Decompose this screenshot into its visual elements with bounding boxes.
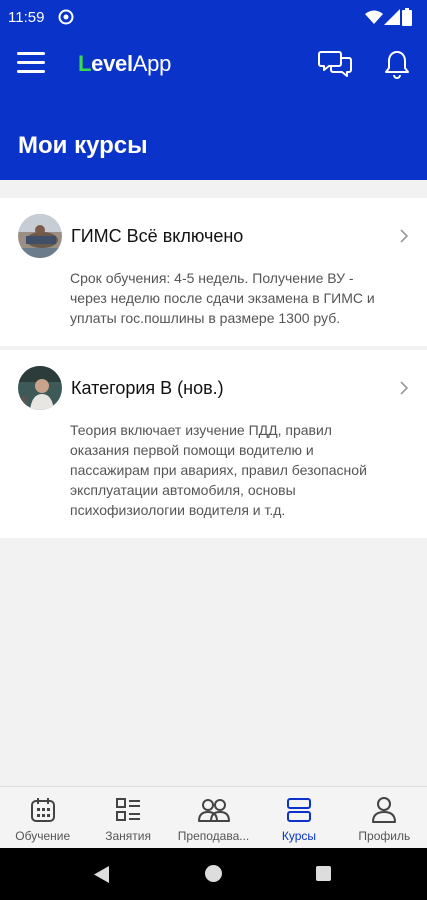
system-navigation-bar (0, 848, 427, 900)
nav-item-courses[interactable]: Курсы (256, 787, 341, 848)
chevron-right-icon (400, 229, 409, 243)
profile-icon (372, 797, 397, 823)
chevron-right-icon (400, 381, 409, 395)
status-bar: 11:59 (0, 0, 427, 36)
course-card[interactable]: ГИМС Всё включено Срок обучения: 4-5 нед… (0, 198, 427, 346)
battery-icon (402, 8, 412, 26)
course-title: Категория В (нов.) (71, 377, 224, 398)
bell-icon[interactable] (382, 48, 412, 80)
course-header: Категория В (нов.) (18, 366, 409, 410)
course-header: ГИМС Всё включено (18, 214, 409, 258)
back-icon[interactable] (94, 866, 110, 883)
course-description: Срок обучения: 4-5 недель. Получение ВУ … (70, 270, 375, 326)
course-avatar (18, 214, 62, 258)
course-avatar (18, 366, 62, 410)
course-title: ГИМС Всё включено (71, 225, 244, 246)
chat-icon[interactable] (318, 48, 354, 80)
people-icon (197, 799, 230, 822)
app-bar: LevelApp Мои курсы (0, 36, 427, 180)
calendar-icon (30, 798, 55, 822)
nav-item-profile[interactable]: Профиль (342, 787, 427, 848)
nav-item-teachers[interactable]: Преподава... (171, 787, 256, 848)
app-logo: LevelApp (78, 51, 172, 76)
nav-label: Профиль (358, 829, 411, 843)
course-card[interactable]: Категория В (нов.) Теория включает изуче… (0, 350, 427, 538)
bottom-navigation: Обучение Занятия Преподава... Курсы Проф… (0, 786, 427, 848)
wifi-icon (365, 10, 383, 24)
course-description: Теория включает изучение ПДД, правил ока… (70, 422, 367, 518)
signal-icon (384, 9, 400, 25)
nav-label: Занятия (105, 829, 151, 843)
page-title: Мои курсы (18, 132, 148, 159)
nav-label: Обучение (15, 829, 71, 843)
menu-button[interactable] (17, 52, 45, 78)
menu-icon (17, 52, 45, 55)
nav-item-learning[interactable]: Обучение (0, 787, 85, 848)
sync-status-icon (58, 9, 74, 25)
nav-item-lessons[interactable]: Занятия (85, 787, 170, 848)
course-list: ГИМС Всё включено Срок обучения: 4-5 нед… (0, 198, 427, 538)
home-icon[interactable] (205, 865, 222, 882)
status-time: 11:59 (8, 9, 45, 26)
nav-label: Преподава... (177, 829, 250, 843)
courses-icon (286, 798, 311, 822)
schedule-list-icon (116, 798, 141, 821)
nav-label: Курсы (281, 829, 316, 843)
recent-apps-icon[interactable] (316, 866, 331, 881)
